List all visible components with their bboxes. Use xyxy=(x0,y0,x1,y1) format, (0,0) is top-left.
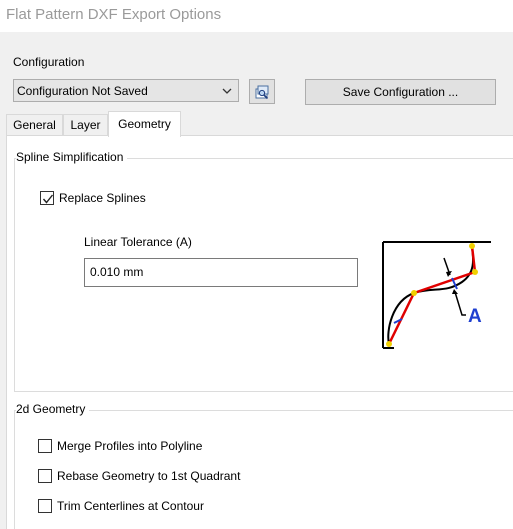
2d-geometry-title: 2d Geometry xyxy=(16,402,90,416)
check-icon xyxy=(42,194,54,204)
rebase-geometry-label[interactable]: Rebase Geometry to 1st Quadrant xyxy=(57,469,240,483)
trim-centerlines-checkbox[interactable] xyxy=(38,499,52,513)
configuration-label: Configuration xyxy=(13,55,85,69)
dialog-window: Flat Pattern DXF Export Options Configur… xyxy=(0,0,513,529)
linear-tolerance-label: Linear Tolerance (A) xyxy=(84,235,192,249)
spline-simplification-title: Spline Simplification xyxy=(16,150,128,164)
tab-general[interactable]: General xyxy=(6,114,63,136)
chevron-down-icon xyxy=(222,88,232,94)
trim-centerlines-label[interactable]: Trim Centerlines at Contour xyxy=(57,499,204,513)
spline-tolerance-illustration: A xyxy=(382,241,491,349)
tab-geometry[interactable]: Geometry xyxy=(108,111,181,137)
spline-tolerance-diagram: A xyxy=(382,241,492,350)
merge-profiles-checkbox[interactable] xyxy=(38,439,52,453)
linear-tolerance-input[interactable]: 0.010 mm xyxy=(84,258,358,287)
replace-splines-label[interactable]: Replace Splines xyxy=(59,191,146,205)
merge-profiles-label[interactable]: Merge Profiles into Polyline xyxy=(57,439,202,453)
linear-tolerance-value: 0.010 mm xyxy=(90,265,144,279)
tab-layer[interactable]: Layer xyxy=(63,114,108,136)
tolerance-a-label: A xyxy=(468,306,482,327)
configuration-dropdown-value: Configuration Not Saved xyxy=(17,84,148,98)
browse-configuration-button[interactable] xyxy=(249,79,275,104)
browse-config-icon xyxy=(255,85,269,100)
replace-splines-checkbox[interactable] xyxy=(40,191,54,205)
save-configuration-button[interactable]: Save Configuration ... xyxy=(305,79,496,105)
configuration-dropdown[interactable]: Configuration Not Saved xyxy=(13,79,239,102)
rebase-geometry-checkbox[interactable] xyxy=(38,469,52,483)
title-bar: Flat Pattern DXF Export Options xyxy=(0,0,513,32)
window-title: Flat Pattern DXF Export Options xyxy=(6,6,222,23)
